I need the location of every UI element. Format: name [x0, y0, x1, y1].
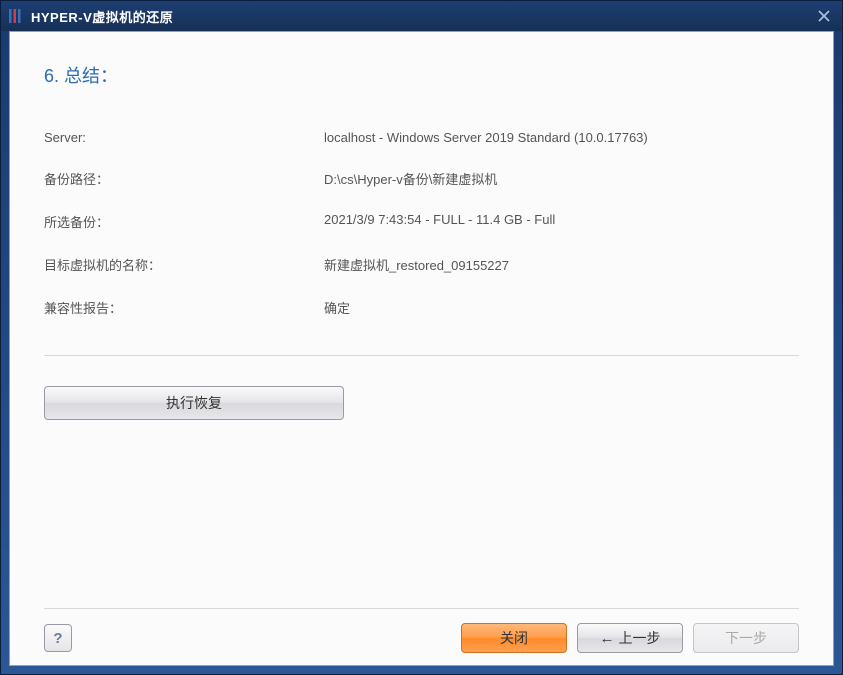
execute-restore-button[interactable]: 执行恢复: [44, 386, 344, 420]
summary-value-compat: 确定: [324, 298, 799, 317]
prev-button-label: 上一步: [619, 628, 661, 648]
help-button[interactable]: ?: [44, 624, 72, 652]
step-title: 6. 总结：: [44, 62, 799, 88]
summary-label-backup-path: 备份路径：: [44, 169, 324, 188]
summary-row: 所选备份： 2021/3/9 7:43:54 - FULL - 11.4 GB …: [44, 212, 799, 231]
content-area: 6. 总结： Server: localhost - Windows Serve…: [9, 31, 834, 666]
summary-value-selected-backup: 2021/3/9 7:43:54 - FULL - 11.4 GB - Full: [324, 212, 799, 231]
close-icon: [818, 10, 830, 22]
step-number: 6: [44, 66, 54, 86]
window-title: HYPER-V虚拟机的还原: [31, 7, 810, 26]
close-button[interactable]: 关闭: [461, 623, 567, 653]
window-close-button[interactable]: [810, 5, 838, 27]
summary-label-server: Server:: [44, 130, 324, 145]
app-icon: [5, 6, 25, 26]
prev-button[interactable]: ← 上一步: [577, 623, 683, 653]
summary-list: Server: localhost - Windows Server 2019 …: [44, 130, 799, 341]
titlebar: HYPER-V虚拟机的还原: [1, 1, 842, 31]
summary-row: Server: localhost - Windows Server 2019 …: [44, 130, 799, 145]
summary-label-selected-backup: 所选备份：: [44, 212, 324, 231]
next-button: 下一步: [693, 623, 799, 653]
step-header: 6. 总结：: [44, 62, 799, 130]
arrow-left-icon: ←: [600, 630, 615, 647]
help-icon: ?: [53, 630, 62, 647]
summary-value-server: localhost - Windows Server 2019 Standard…: [324, 130, 799, 145]
summary-label-compat: 兼容性报告：: [44, 298, 324, 317]
summary-row: 备份路径： D:\cs\Hyper-v备份\新建虚拟机: [44, 169, 799, 188]
bottom-bar: ? 关闭 ← 上一步 下一步: [44, 608, 799, 653]
summary-row: 兼容性报告： 确定: [44, 298, 799, 317]
step-title-text: 总结：: [64, 66, 118, 86]
summary-label-target-vm: 目标虚拟机的名称：: [44, 255, 324, 274]
summary-value-backup-path: D:\cs\Hyper-v备份\新建虚拟机: [324, 169, 799, 188]
dialog-window: HYPER-V虚拟机的还原 6. 总结： Server: localhost -…: [0, 0, 843, 675]
summary-value-target-vm: 新建虚拟机_restored_09155227: [324, 255, 799, 274]
separator: [44, 355, 799, 356]
summary-row: 目标虚拟机的名称： 新建虚拟机_restored_09155227: [44, 255, 799, 274]
